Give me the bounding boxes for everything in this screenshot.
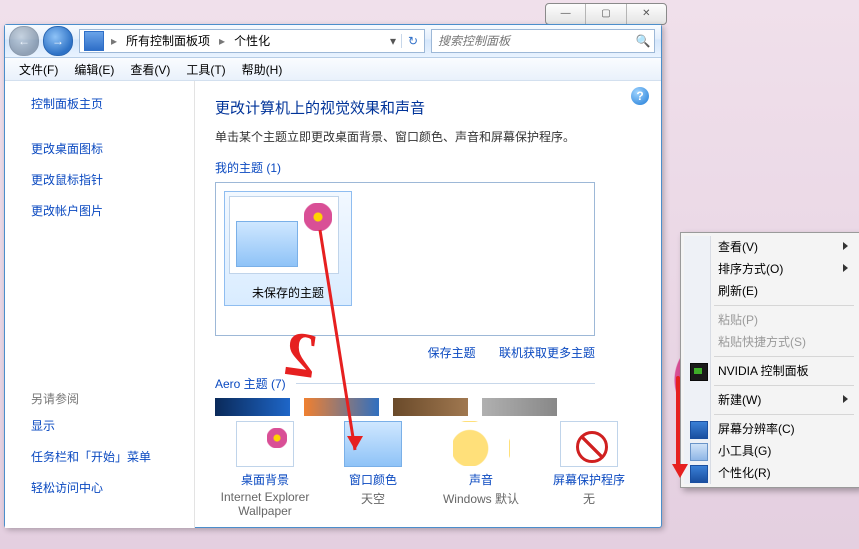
ctx-new[interactable]: 新建(W) bbox=[684, 389, 856, 411]
arrow-right-icon: → bbox=[52, 34, 64, 48]
menu-edit[interactable]: 编辑(E) bbox=[66, 59, 122, 80]
gadget-icon bbox=[690, 443, 708, 461]
aero-label: Aero 主题 (7) bbox=[215, 375, 286, 392]
arrow-left-icon: ← bbox=[18, 34, 30, 48]
page-subtitle: 单击某个主题立即更改桌面背景、窗口颜色、声音和屏幕保护程序。 bbox=[215, 128, 639, 145]
theme-actions: 保存主题 联机获取更多主题 bbox=[215, 344, 595, 361]
search-box[interactable]: 🔍 bbox=[431, 29, 655, 53]
sidebar-ease[interactable]: 轻松访问中心 bbox=[31, 479, 151, 496]
resolution-icon bbox=[690, 421, 708, 439]
theme-list: 未保存的主题 bbox=[215, 182, 595, 336]
window-controls: — ▢ ✕ bbox=[545, 3, 667, 25]
quick-sound[interactable]: 声音 Windows 默认 bbox=[431, 421, 531, 518]
quick-label: 桌面背景 bbox=[215, 471, 315, 488]
sound-icon bbox=[452, 421, 510, 467]
group-aero-themes: Aero 主题 (7) bbox=[215, 375, 595, 392]
get-themes-online-link[interactable]: 联机获取更多主题 bbox=[499, 346, 595, 360]
menu-view[interactable]: 查看(V) bbox=[122, 59, 178, 80]
quick-screensaver[interactable]: 屏幕保护程序 无 bbox=[539, 421, 639, 518]
aero-theme-row bbox=[215, 398, 639, 416]
quick-sub: 无 bbox=[539, 490, 639, 507]
breadcrumb-seg-all[interactable]: 所有控制面板项 bbox=[119, 30, 216, 52]
breadcrumb-sep: ▸ bbox=[216, 30, 227, 52]
color-icon bbox=[344, 421, 402, 467]
control-panel-window: ← → ▸ 所有控制面板项 ▸ 个性化 ▾ ↻ 🔍 文件(F) 编辑(E) 查看… bbox=[4, 24, 662, 528]
ctx-resolution[interactable]: 屏幕分辨率(C) bbox=[684, 418, 856, 440]
quick-label: 屏幕保护程序 bbox=[539, 471, 639, 488]
menu-tools[interactable]: 工具(T) bbox=[178, 59, 233, 80]
page-title: 更改计算机上的视觉效果和声音 bbox=[215, 97, 639, 118]
quick-label: 窗口颜色 bbox=[323, 471, 423, 488]
ctx-sort[interactable]: 排序方式(O) bbox=[684, 258, 856, 280]
minimize-button[interactable]: — bbox=[546, 4, 585, 24]
screensaver-icon bbox=[560, 421, 618, 467]
divider bbox=[714, 356, 854, 357]
desktop-context-menu: 查看(V) 排序方式(O) 刷新(E) 粘贴(P) 粘贴快捷方式(S) NVID… bbox=[680, 232, 859, 488]
aero-theme-3[interactable] bbox=[393, 398, 468, 416]
sidebar-taskbar[interactable]: 任务栏和「开始」菜单 bbox=[31, 448, 151, 465]
save-theme-link[interactable]: 保存主题 bbox=[428, 346, 476, 360]
nvidia-icon bbox=[690, 363, 708, 381]
sidebar-lower: 另请参阅 显示 任务栏和「开始」菜单 轻松访问中心 bbox=[31, 390, 151, 510]
quick-desktop-bg[interactable]: 桌面背景 Internet Explorer Wallpaper bbox=[215, 421, 315, 518]
quick-sub: Windows 默认 bbox=[431, 490, 531, 507]
help-icon[interactable]: ? bbox=[631, 87, 649, 105]
divider bbox=[714, 385, 854, 386]
wallpaper-icon bbox=[236, 421, 294, 467]
aero-theme-4[interactable] bbox=[482, 398, 557, 416]
sidebar-seealso: 另请参阅 bbox=[31, 390, 151, 407]
chevron-right-icon bbox=[843, 264, 848, 272]
chevron-right-icon bbox=[843, 395, 848, 403]
window-color-icon bbox=[236, 221, 298, 267]
ctx-gadgets[interactable]: 小工具(G) bbox=[684, 440, 856, 462]
address-bar[interactable]: ▸ 所有控制面板项 ▸ 个性化 ▾ ↻ bbox=[79, 29, 425, 53]
aero-theme-2[interactable] bbox=[304, 398, 379, 416]
search-input[interactable] bbox=[432, 34, 632, 48]
maximize-button[interactable]: ▢ bbox=[585, 4, 625, 24]
sidebar-desktop-icons[interactable]: 更改桌面图标 bbox=[31, 140, 194, 157]
ctx-paste-shortcut: 粘贴快捷方式(S) bbox=[684, 331, 856, 353]
control-panel-icon bbox=[84, 31, 104, 51]
theme-label: 未保存的主题 bbox=[229, 278, 347, 301]
theme-item-unsaved[interactable]: 未保存的主题 bbox=[224, 191, 352, 306]
ctx-view[interactable]: 查看(V) bbox=[684, 236, 856, 258]
theme-thumb bbox=[229, 196, 339, 274]
aero-theme-1[interactable] bbox=[215, 398, 290, 416]
ctx-nvidia[interactable]: NVIDIA 控制面板 bbox=[684, 360, 856, 382]
sidebar-display[interactable]: 显示 bbox=[31, 417, 151, 434]
nav-back-button[interactable]: ← bbox=[9, 26, 39, 56]
ctx-personalize[interactable]: 个性化(R) bbox=[684, 462, 856, 484]
quick-settings: 桌面背景 Internet Explorer Wallpaper 窗口颜色 天空… bbox=[215, 421, 639, 518]
divider bbox=[296, 383, 595, 384]
ctx-paste: 粘贴(P) bbox=[684, 309, 856, 331]
window-body: 控制面板主页 更改桌面图标 更改鼠标指针 更改帐户图片 另请参阅 显示 任务栏和… bbox=[5, 81, 661, 528]
close-button[interactable]: ✕ bbox=[626, 4, 666, 24]
menu-help[interactable]: 帮助(H) bbox=[234, 59, 291, 80]
quick-sub: 天空 bbox=[323, 490, 423, 507]
divider bbox=[714, 414, 854, 415]
nav-forward-button[interactable]: → bbox=[43, 26, 73, 56]
menubar: 文件(F) 编辑(E) 查看(V) 工具(T) 帮助(H) bbox=[5, 58, 661, 81]
address-dropdown[interactable]: ▾ bbox=[385, 34, 401, 48]
refresh-button[interactable]: ↻ bbox=[401, 34, 424, 48]
breadcrumb-seg-personalize[interactable]: 个性化 bbox=[227, 30, 276, 52]
sidebar-mouse-pointer[interactable]: 更改鼠标指针 bbox=[31, 171, 194, 188]
toolbar: ← → ▸ 所有控制面板项 ▸ 个性化 ▾ ↻ 🔍 bbox=[5, 25, 661, 58]
main-panel: ? 更改计算机上的视觉效果和声音 单击某个主题立即更改桌面背景、窗口颜色、声音和… bbox=[195, 81, 661, 528]
breadcrumb-sep: ▸ bbox=[108, 30, 119, 52]
sidebar: 控制面板主页 更改桌面图标 更改鼠标指针 更改帐户图片 另请参阅 显示 任务栏和… bbox=[5, 81, 195, 528]
group-my-themes: 我的主题 (1) bbox=[215, 159, 639, 176]
quick-window-color[interactable]: 窗口颜色 天空 bbox=[323, 421, 423, 518]
ctx-refresh[interactable]: 刷新(E) bbox=[684, 280, 856, 302]
divider bbox=[714, 305, 854, 306]
personalize-icon bbox=[690, 465, 708, 483]
sidebar-home[interactable]: 控制面板主页 bbox=[31, 95, 194, 112]
menu-file[interactable]: 文件(F) bbox=[11, 59, 66, 80]
quick-sub: Internet Explorer Wallpaper bbox=[215, 490, 315, 518]
flower-icon bbox=[304, 203, 332, 231]
quick-label: 声音 bbox=[431, 471, 531, 488]
sidebar-account-picture[interactable]: 更改帐户图片 bbox=[31, 202, 194, 219]
chevron-right-icon bbox=[843, 242, 848, 250]
search-icon[interactable]: 🔍 bbox=[632, 34, 654, 48]
